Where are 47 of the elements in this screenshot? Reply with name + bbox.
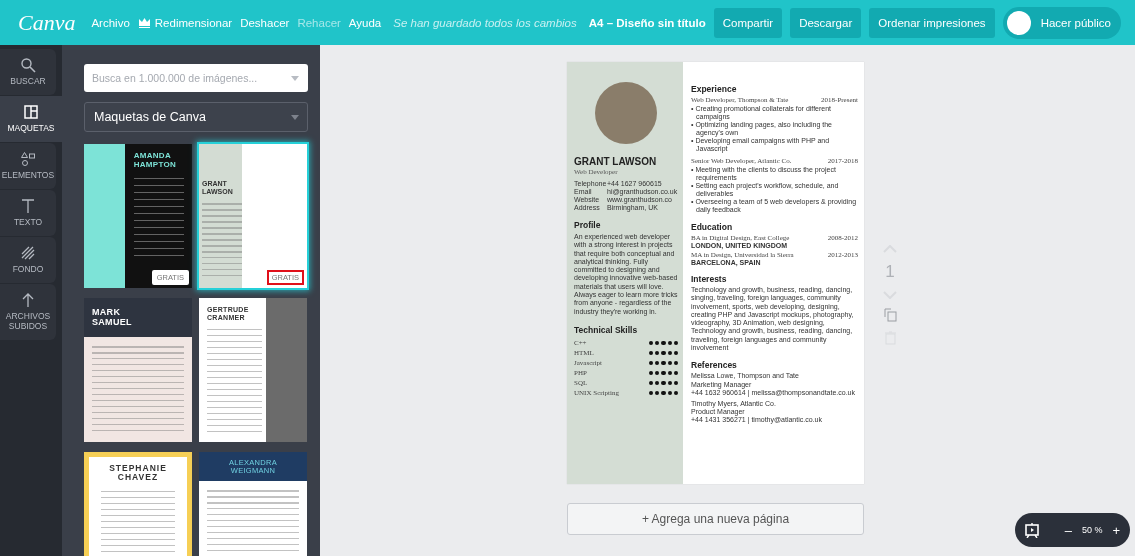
sidebar-item[interactable]: ELEMENTOS xyxy=(0,143,56,189)
template-title: AMANDA HAMPTON xyxy=(133,152,178,170)
save-status: Se han guardado todos los cambios xyxy=(393,16,577,29)
sidebar-item[interactable]: FONDO xyxy=(0,237,56,283)
section-heading: Experience xyxy=(691,84,738,94)
sidebar-label: ARCHIVOS SUBIDOS xyxy=(4,311,52,331)
template-title: STEPHANIE CHAVEZ xyxy=(108,464,168,483)
search-icon xyxy=(20,57,36,73)
zoom-level: 50 % xyxy=(1081,525,1103,535)
zoom-in-button[interactable]: + xyxy=(1112,522,1120,538)
section-heading: Profile xyxy=(574,220,602,230)
template-thumbnail[interactable]: MARK SAMUEL xyxy=(84,298,192,442)
sidebar-item[interactable]: BUSCAR xyxy=(0,49,56,95)
page-number: 1 xyxy=(885,262,895,282)
hatch-pattern-icon xyxy=(20,245,36,261)
section-heading: Interests xyxy=(691,274,728,284)
template-dropdown[interactable]: Maquetas de Canva xyxy=(84,102,308,132)
caret-icon xyxy=(291,76,299,81)
resume-name: GRANT LAWSON xyxy=(574,156,658,167)
text-icon xyxy=(20,198,36,214)
search-field[interactable]: Busca en 1.000.000 de imágenes... xyxy=(84,64,308,92)
caret-icon xyxy=(291,114,299,120)
sidebar-label: FONDO xyxy=(12,264,44,274)
sidebar-label: BUSCAR xyxy=(10,76,46,86)
template-title: MARK SAMUEL xyxy=(92,308,133,328)
layout-icon xyxy=(23,104,39,120)
upload-arrow-icon xyxy=(20,292,36,308)
toggle-knob xyxy=(1006,10,1031,35)
menu-label: Redimensionar xyxy=(154,16,233,29)
sidebar-item[interactable]: ARCHIVOS SUBIDOS xyxy=(0,284,56,340)
template-thumbnail[interactable]: STEPHANIE CHAVEZ xyxy=(84,452,192,556)
section-heading: Education xyxy=(691,222,734,232)
dropdown-value: Maquetas de Canva xyxy=(94,110,206,124)
shapes-icon xyxy=(20,151,36,167)
sidebar-label: ELEMENTOS xyxy=(1,170,55,180)
zoom-out-button[interactable]: – xyxy=(1064,522,1072,538)
toggle-label: Hacer público xyxy=(1040,16,1111,29)
section-heading: References xyxy=(691,360,738,371)
sidebar-item[interactable]: TEXTO xyxy=(0,190,56,236)
sidebar-item[interactable]: MAQUETAS xyxy=(0,96,62,142)
section-heading: Technical Skills xyxy=(574,324,639,335)
sidebar-label: MAQUETAS xyxy=(7,123,55,133)
add-page-button[interactable]: + Agrega una nueva página xyxy=(567,503,864,535)
crown-icon xyxy=(137,17,151,28)
presentation-icon[interactable] xyxy=(1025,522,1039,538)
copy-icon[interactable] xyxy=(883,308,897,322)
sidebar-label: TEXTO xyxy=(13,217,43,227)
